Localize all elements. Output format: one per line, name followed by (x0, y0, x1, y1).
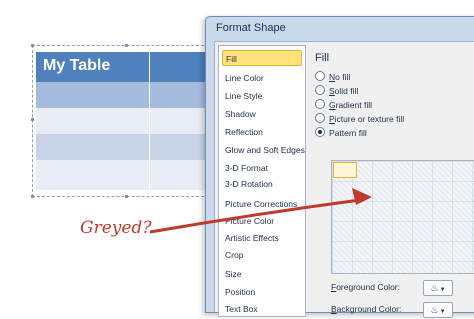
arrow-line (149, 198, 361, 234)
arrow-head (352, 188, 372, 205)
label-text: ackground Color: (336, 304, 402, 314)
chevron-down-icon: ▼ (439, 309, 446, 315)
annotation-arrow (149, 188, 372, 234)
paint-bucket-icon: ♨ (430, 305, 439, 315)
annotation-text: Greyed? (80, 218, 152, 238)
nav-item-text-box[interactable]: Text Box (222, 301, 302, 317)
background-color-button[interactable]: ♨▼ (423, 302, 453, 318)
background-color-label: Background Color: (331, 304, 401, 314)
